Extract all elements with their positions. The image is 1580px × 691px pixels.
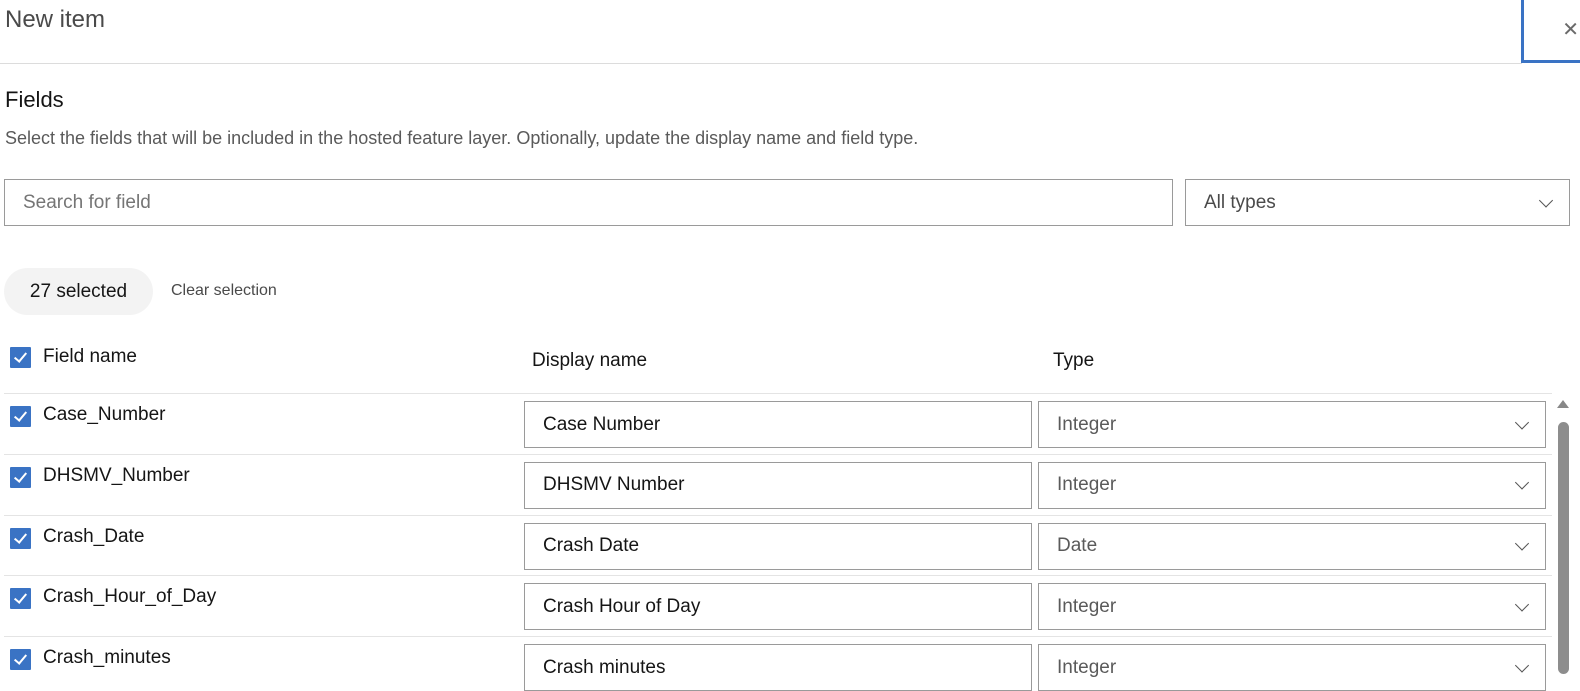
chevron-down-icon	[1514, 597, 1530, 612]
field-type-select[interactable]: Integer	[1038, 644, 1546, 691]
column-header-type: Type	[1053, 350, 1095, 371]
field-name: Crash_Date	[43, 525, 145, 547]
display-name-value: Case Number	[543, 413, 661, 435]
display-name-input[interactable]: Crash Date	[524, 522, 1032, 570]
display-name-value: DHSMV Number	[543, 474, 685, 496]
display-name-value: Crash Date	[543, 535, 640, 556]
section-title: Fields	[5, 87, 64, 112]
chevron-down-icon	[1514, 657, 1530, 673]
type-filter-select[interactable]: All types	[1185, 179, 1570, 226]
scroll-up-arrow-icon[interactable]	[1557, 400, 1569, 408]
field-name: Case_Number	[43, 404, 166, 425]
chevron-down-icon	[1514, 414, 1530, 430]
field-type-select[interactable]: Integer	[1038, 401, 1546, 448]
header-divider	[0, 63, 1522, 64]
row-divider	[4, 575, 1552, 577]
select-all-checkbox[interactable]	[10, 347, 31, 368]
field-checkbox[interactable]	[10, 406, 31, 427]
chevron-down-icon	[1514, 536, 1530, 551]
field-type-value: Integer	[1057, 656, 1117, 678]
row-divider	[4, 636, 1552, 637]
field-type-value: Integer	[1057, 413, 1117, 435]
row-divider	[4, 453, 1552, 455]
type-filter-value: All types	[1204, 191, 1276, 213]
dialog-title: New item	[5, 6, 106, 33]
display-name-input[interactable]: DHSMV Number	[524, 461, 1032, 509]
display-name-input[interactable]: Case Number	[524, 401, 1032, 448]
scrollbar-thumb[interactable]	[1558, 422, 1569, 674]
field-checkbox[interactable]	[10, 527, 31, 549]
field-type-value: Integer	[1057, 595, 1117, 617]
close-icon: ✕	[1562, 18, 1579, 41]
field-type-select[interactable]: Integer	[1038, 461, 1546, 509]
chevron-down-icon	[1538, 192, 1554, 208]
field-checkbox[interactable]	[10, 466, 31, 488]
field-type-value: Integer	[1057, 474, 1117, 496]
row-divider	[4, 393, 1552, 394]
close-button[interactable]: ✕	[1521, 0, 1580, 63]
column-header-display-name: Display name	[532, 350, 648, 371]
section-description: Select the fields that will be included …	[5, 128, 919, 148]
clear-selection-button[interactable]: Clear selection	[171, 282, 277, 300]
field-checkbox[interactable]	[10, 588, 31, 610]
field-checkbox[interactable]	[10, 649, 31, 670]
field-name: DHSMV_Number	[43, 464, 190, 486]
display-name-input[interactable]: Crash minutes	[524, 644, 1032, 691]
display-name-value: Crash minutes	[543, 656, 666, 678]
column-header-field-name: Field name	[43, 346, 137, 367]
selected-count-chip: 27 selected	[4, 268, 153, 315]
search-input[interactable]	[4, 179, 1173, 226]
display-name-value: Crash Hour of Day	[543, 595, 701, 617]
field-type-value: Date	[1057, 535, 1098, 556]
field-type-select[interactable]: Date	[1038, 522, 1546, 570]
display-name-input[interactable]: Crash Hour of Day	[524, 583, 1032, 631]
field-name: Crash_minutes	[43, 647, 171, 668]
row-divider	[4, 514, 1552, 516]
field-name: Crash_Hour_of_Day	[43, 586, 217, 608]
chevron-down-icon	[1514, 475, 1530, 490]
field-type-select[interactable]: Integer	[1038, 583, 1546, 631]
